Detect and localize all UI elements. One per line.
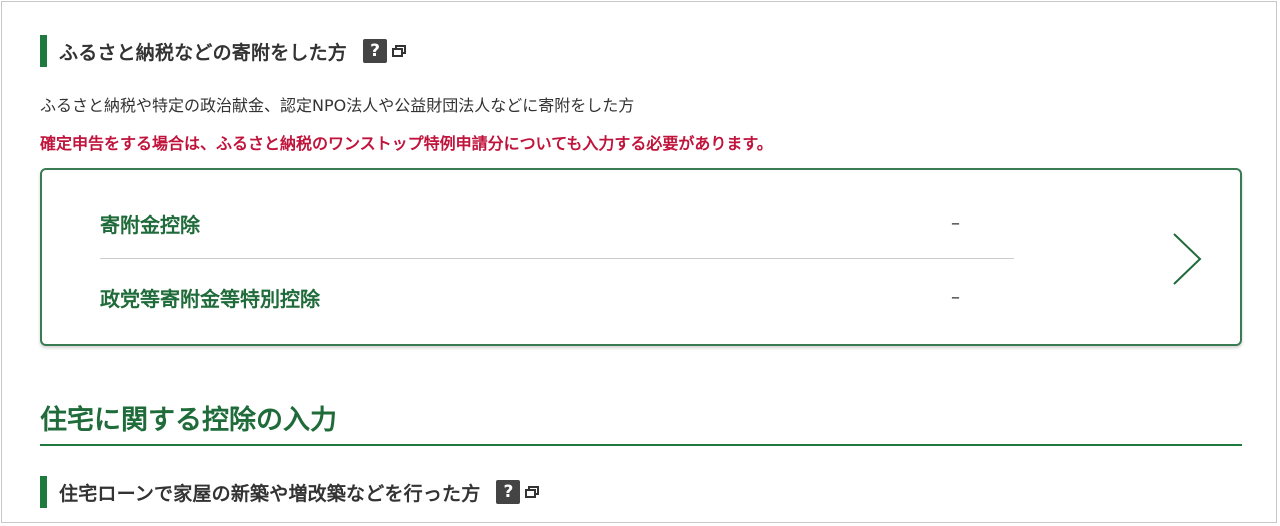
deduction-label: 寄附金控除: [100, 212, 200, 237]
housing-section-title: 住宅に関する控除の入力: [40, 405, 337, 436]
donation-description: ふるさと納税や特定の政治献金、認定NPO法人や公益財団法人などに寄附をした方: [40, 96, 635, 115]
deduction-row-donation: 寄附金控除 –: [100, 186, 1014, 260]
card-divider: [100, 258, 1014, 259]
new-window-icon[interactable]: [392, 45, 407, 57]
deduction-value: –: [951, 286, 960, 308]
heading-accent-bar: [40, 35, 47, 67]
deduction-row-political: 政党等寄附金等特別控除 –: [100, 260, 1014, 334]
donation-warning: 確定申告をする場合は、ふるさと納税のワンストップ特例申請分についても入力する必要…: [40, 134, 773, 153]
help-icon[interactable]: ?: [496, 480, 521, 504]
page-frame: ふるさと納税などの寄附をした方 ? ふるさと納税や特定の政治献金、認定NPO法人…: [1, 1, 1277, 523]
new-window-icon[interactable]: [525, 486, 540, 498]
donation-deduction-card[interactable]: 寄附金控除 – 政党等寄附金等特別控除 –: [40, 168, 1242, 346]
housing-heading: 住宅ローンで家屋の新築や増改築などを行った方 ?: [40, 476, 540, 508]
housing-heading-title: 住宅ローンで家屋の新築や増改築などを行った方: [59, 482, 481, 505]
chevron-right-icon[interactable]: [1170, 232, 1204, 286]
help-icon[interactable]: ?: [363, 39, 388, 63]
donation-heading-title: ふるさと納税などの寄附をした方: [59, 41, 348, 64]
deduction-value: –: [951, 212, 960, 234]
section-divider: [40, 444, 1242, 446]
donation-heading: ふるさと納税などの寄附をした方 ?: [40, 35, 407, 67]
heading-accent-bar: [40, 476, 47, 508]
deduction-label: 政党等寄附金等特別控除: [100, 286, 320, 311]
